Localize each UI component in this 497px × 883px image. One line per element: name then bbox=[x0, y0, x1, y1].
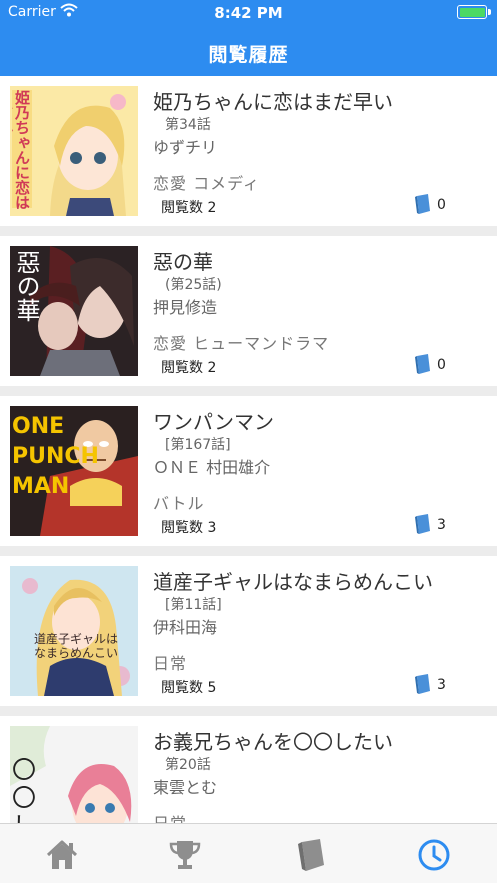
item-author: 東雲とむ bbox=[153, 778, 218, 797]
tab-bar bbox=[0, 823, 497, 883]
item-author: ＯＮＥ 村田雄介 bbox=[153, 458, 271, 477]
list-item[interactable]: 姫乃ちゃんに恋はまだ早い 姫乃ちゃんに恋はまだ早い 第34話 ゆずチリ 恋愛 コ… bbox=[0, 76, 497, 226]
cover-title: 〇〇したい bbox=[12, 756, 36, 823]
tab-home[interactable] bbox=[45, 838, 79, 872]
status-bar: Carrier 8:42 PM bbox=[0, 0, 497, 24]
page-title: 閲覧履歴 bbox=[208, 44, 289, 66]
battery-icon bbox=[457, 5, 487, 19]
item-genre: バトル bbox=[153, 494, 205, 513]
item-author: ゆずチリ bbox=[153, 138, 218, 157]
item-genre: 日常 bbox=[153, 810, 187, 823]
cover-image: ONE PUNCH MAN bbox=[10, 406, 138, 536]
item-episode: (第25話) bbox=[165, 277, 222, 293]
status-time: 8:42 PM bbox=[214, 4, 283, 22]
item-episode: [第167話] bbox=[165, 437, 231, 453]
tab-history[interactable] bbox=[417, 838, 451, 872]
item-title: 惡の華 bbox=[153, 250, 213, 274]
clock-icon bbox=[418, 839, 450, 871]
read-count-value: 3 bbox=[437, 517, 446, 533]
item-author: 押見修造 bbox=[153, 298, 218, 317]
cover-image: 〇〇したい bbox=[10, 726, 138, 823]
book-icon bbox=[415, 674, 430, 694]
cover-image: 惡の華 bbox=[10, 246, 138, 376]
item-author: 伊科田海 bbox=[153, 618, 218, 637]
nav-header: Carrier 8:42 PM 閲覧履歴 bbox=[0, 0, 497, 76]
item-episode: 第34話 bbox=[165, 117, 211, 133]
view-count: 閲覧数 2 bbox=[161, 360, 217, 376]
cover-title: 姫乃ちゃんに恋はまだ早い bbox=[12, 90, 30, 210]
item-title: お義兄ちゃんを〇〇したい bbox=[153, 730, 393, 754]
item-episode: 第20話 bbox=[165, 757, 211, 773]
book-icon bbox=[415, 194, 430, 214]
cover-title: ONE PUNCH MAN bbox=[12, 414, 99, 499]
read-count-value: 3 bbox=[437, 677, 446, 693]
history-list[interactable]: 姫乃ちゃんに恋はまだ早い 姫乃ちゃんに恋はまだ早い 第34話 ゆずチリ 恋愛 コ… bbox=[0, 76, 497, 823]
view-count: 閲覧数 2 bbox=[161, 200, 217, 216]
view-count: 閲覧数 3 bbox=[161, 520, 217, 536]
list-item[interactable]: ONE PUNCH MAN ワンパンマン [第167話] ＯＮＥ 村田雄介 バト… bbox=[0, 396, 497, 546]
read-count-value: 0 bbox=[437, 357, 446, 373]
cover-title: 惡の華 bbox=[14, 250, 40, 322]
item-title: 姫乃ちゃんに恋はまだ早い bbox=[153, 90, 393, 114]
read-count-value: 0 bbox=[437, 197, 446, 213]
item-title: 道産子ギャルはなまらめんこい bbox=[153, 570, 433, 594]
list-item[interactable]: 惡の華 惡の華 (第25話) 押見修造 恋愛 ヒューマンドラマ 閲覧数 2 0 bbox=[0, 236, 497, 386]
book-icon bbox=[415, 514, 430, 534]
item-episode: [第11話] bbox=[165, 597, 222, 613]
list-item[interactable]: 道産子ギャルはなまらめんこい 道産子ギャルはなまらめんこい [第11話] 伊科田… bbox=[0, 556, 497, 706]
home-icon bbox=[46, 840, 78, 869]
battery-tip bbox=[488, 9, 491, 15]
tab-ranking[interactable] bbox=[168, 838, 202, 872]
view-count: 閲覧数 5 bbox=[161, 680, 217, 696]
trophy-icon bbox=[169, 841, 201, 869]
cover-image: 姫乃ちゃんに恋はまだ早い bbox=[10, 86, 138, 216]
book-icon bbox=[298, 839, 324, 871]
item-title: ワンパンマン bbox=[153, 410, 274, 434]
cover-image: 道産子ギャルはなまらめんこい bbox=[10, 566, 138, 696]
book-icon bbox=[415, 354, 430, 374]
tab-library[interactable] bbox=[294, 838, 328, 872]
list-item[interactable]: 〇〇したい お義兄ちゃんを〇〇したい 第20話 東雲とむ 日常 bbox=[0, 716, 497, 823]
item-genre: 恋愛 ヒューマンドラマ bbox=[153, 334, 330, 353]
item-genre: 日常 bbox=[153, 654, 188, 673]
cover-title: 道産子ギャルはなまらめんこい bbox=[34, 632, 119, 660]
item-genre: 恋愛 コメディ bbox=[153, 174, 260, 193]
